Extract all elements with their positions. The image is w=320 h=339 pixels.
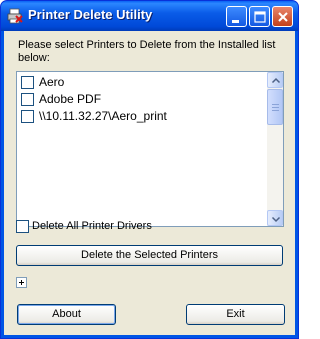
delete-all-drivers-checkbox[interactable]: [16, 220, 29, 233]
close-button[interactable]: [272, 6, 293, 27]
printer-list[interactable]: Aero Adobe PDF \\10.11.32.27\Aero_print: [16, 71, 284, 227]
printer-delete-icon: [7, 8, 23, 24]
delete-selected-printers-button[interactable]: Delete the Selected Printers: [16, 245, 283, 266]
printer-checkbox[interactable]: [21, 93, 34, 106]
maximize-button[interactable]: [249, 6, 270, 27]
scroll-down-button[interactable]: [267, 210, 283, 226]
title-bar[interactable]: Printer Delete Utility: [1, 1, 298, 31]
printer-checkbox[interactable]: [21, 76, 34, 89]
expand-button[interactable]: [16, 277, 27, 288]
arrow-up-icon: [271, 77, 281, 84]
scroll-up-button[interactable]: [267, 72, 283, 88]
printer-name: Aero: [39, 75, 65, 89]
printer-delete-utility-window: Printer Delete Utility Please select Pri…: [0, 0, 299, 339]
list-item[interactable]: Adobe PDF: [21, 91, 265, 108]
instruction-text: Please select Printers to Delete from th…: [18, 39, 276, 64]
delete-all-drivers-label: Delete All Printer Drivers: [32, 220, 152, 232]
window-title: Printer Delete Utility: [28, 7, 153, 22]
plus-icon: [19, 280, 24, 285]
maximize-icon: [254, 11, 266, 23]
printer-name: \\10.11.32.27\Aero_print: [39, 109, 167, 123]
scroll-thumb[interactable]: [267, 89, 283, 125]
list-item[interactable]: \\10.11.32.27\Aero_print: [21, 108, 265, 125]
list-item[interactable]: Aero: [21, 74, 265, 91]
exit-button[interactable]: Exit: [186, 304, 285, 325]
minimize-button[interactable]: [226, 6, 247, 27]
arrow-down-icon: [271, 216, 281, 223]
printer-name: Adobe PDF: [39, 92, 102, 106]
about-button[interactable]: About: [17, 304, 116, 325]
delete-all-drivers-option[interactable]: Delete All Printer Drivers: [16, 219, 216, 235]
close-icon: [278, 12, 288, 22]
printer-checkbox[interactable]: [21, 110, 34, 123]
minimize-icon: [232, 20, 239, 23]
list-scrollbar[interactable]: [267, 72, 283, 226]
dialog-client-area: Please select Printers to Delete from th…: [4, 31, 295, 335]
